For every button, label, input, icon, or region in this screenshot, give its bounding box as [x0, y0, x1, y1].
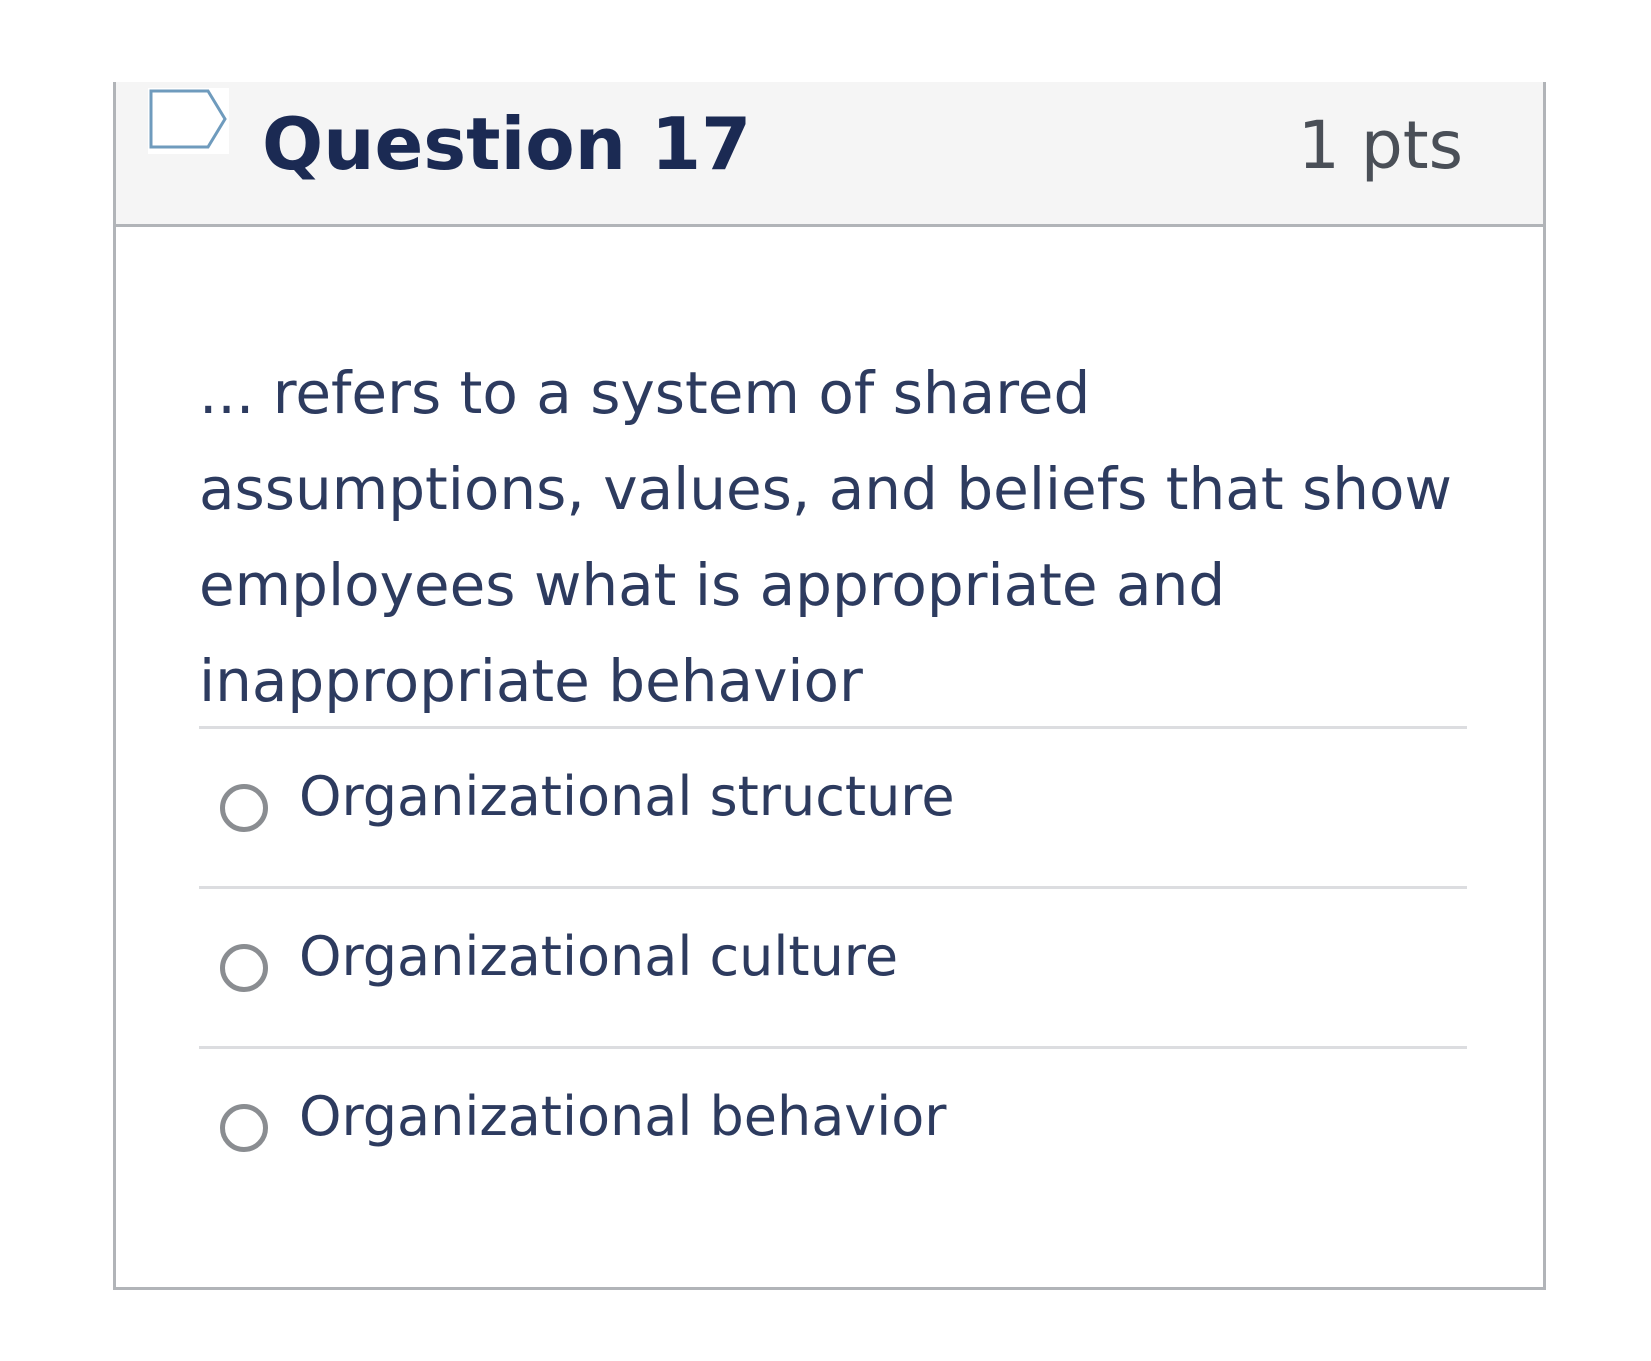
answer-option[interactable]: Organizational culture — [199, 886, 1467, 1046]
answer-option[interactable]: Organizational structure — [199, 726, 1467, 886]
question-text: ... refers to a system of shared assumpt… — [199, 359, 1452, 715]
answer-label[interactable]: Organizational behavior — [299, 1077, 947, 1157]
answer-option[interactable]: Organizational behavior — [199, 1046, 1467, 1206]
radio-button[interactable] — [220, 1104, 268, 1152]
answer-label[interactable]: Organizational structure — [299, 757, 955, 837]
question-points: 1 pts — [1297, 107, 1463, 184]
radio-button[interactable] — [220, 944, 268, 992]
question-card: Question 17 1 pts ... refers to a system… — [113, 82, 1546, 1290]
flag-icon[interactable] — [148, 88, 229, 154]
question-header: Question 17 1 pts — [116, 82, 1543, 227]
radio-button[interactable] — [220, 784, 268, 832]
answer-label[interactable]: Organizational culture — [299, 917, 898, 997]
question-title: Question 17 — [262, 102, 752, 186]
answer-list: Organizational structure Organizational … — [199, 726, 1467, 1206]
